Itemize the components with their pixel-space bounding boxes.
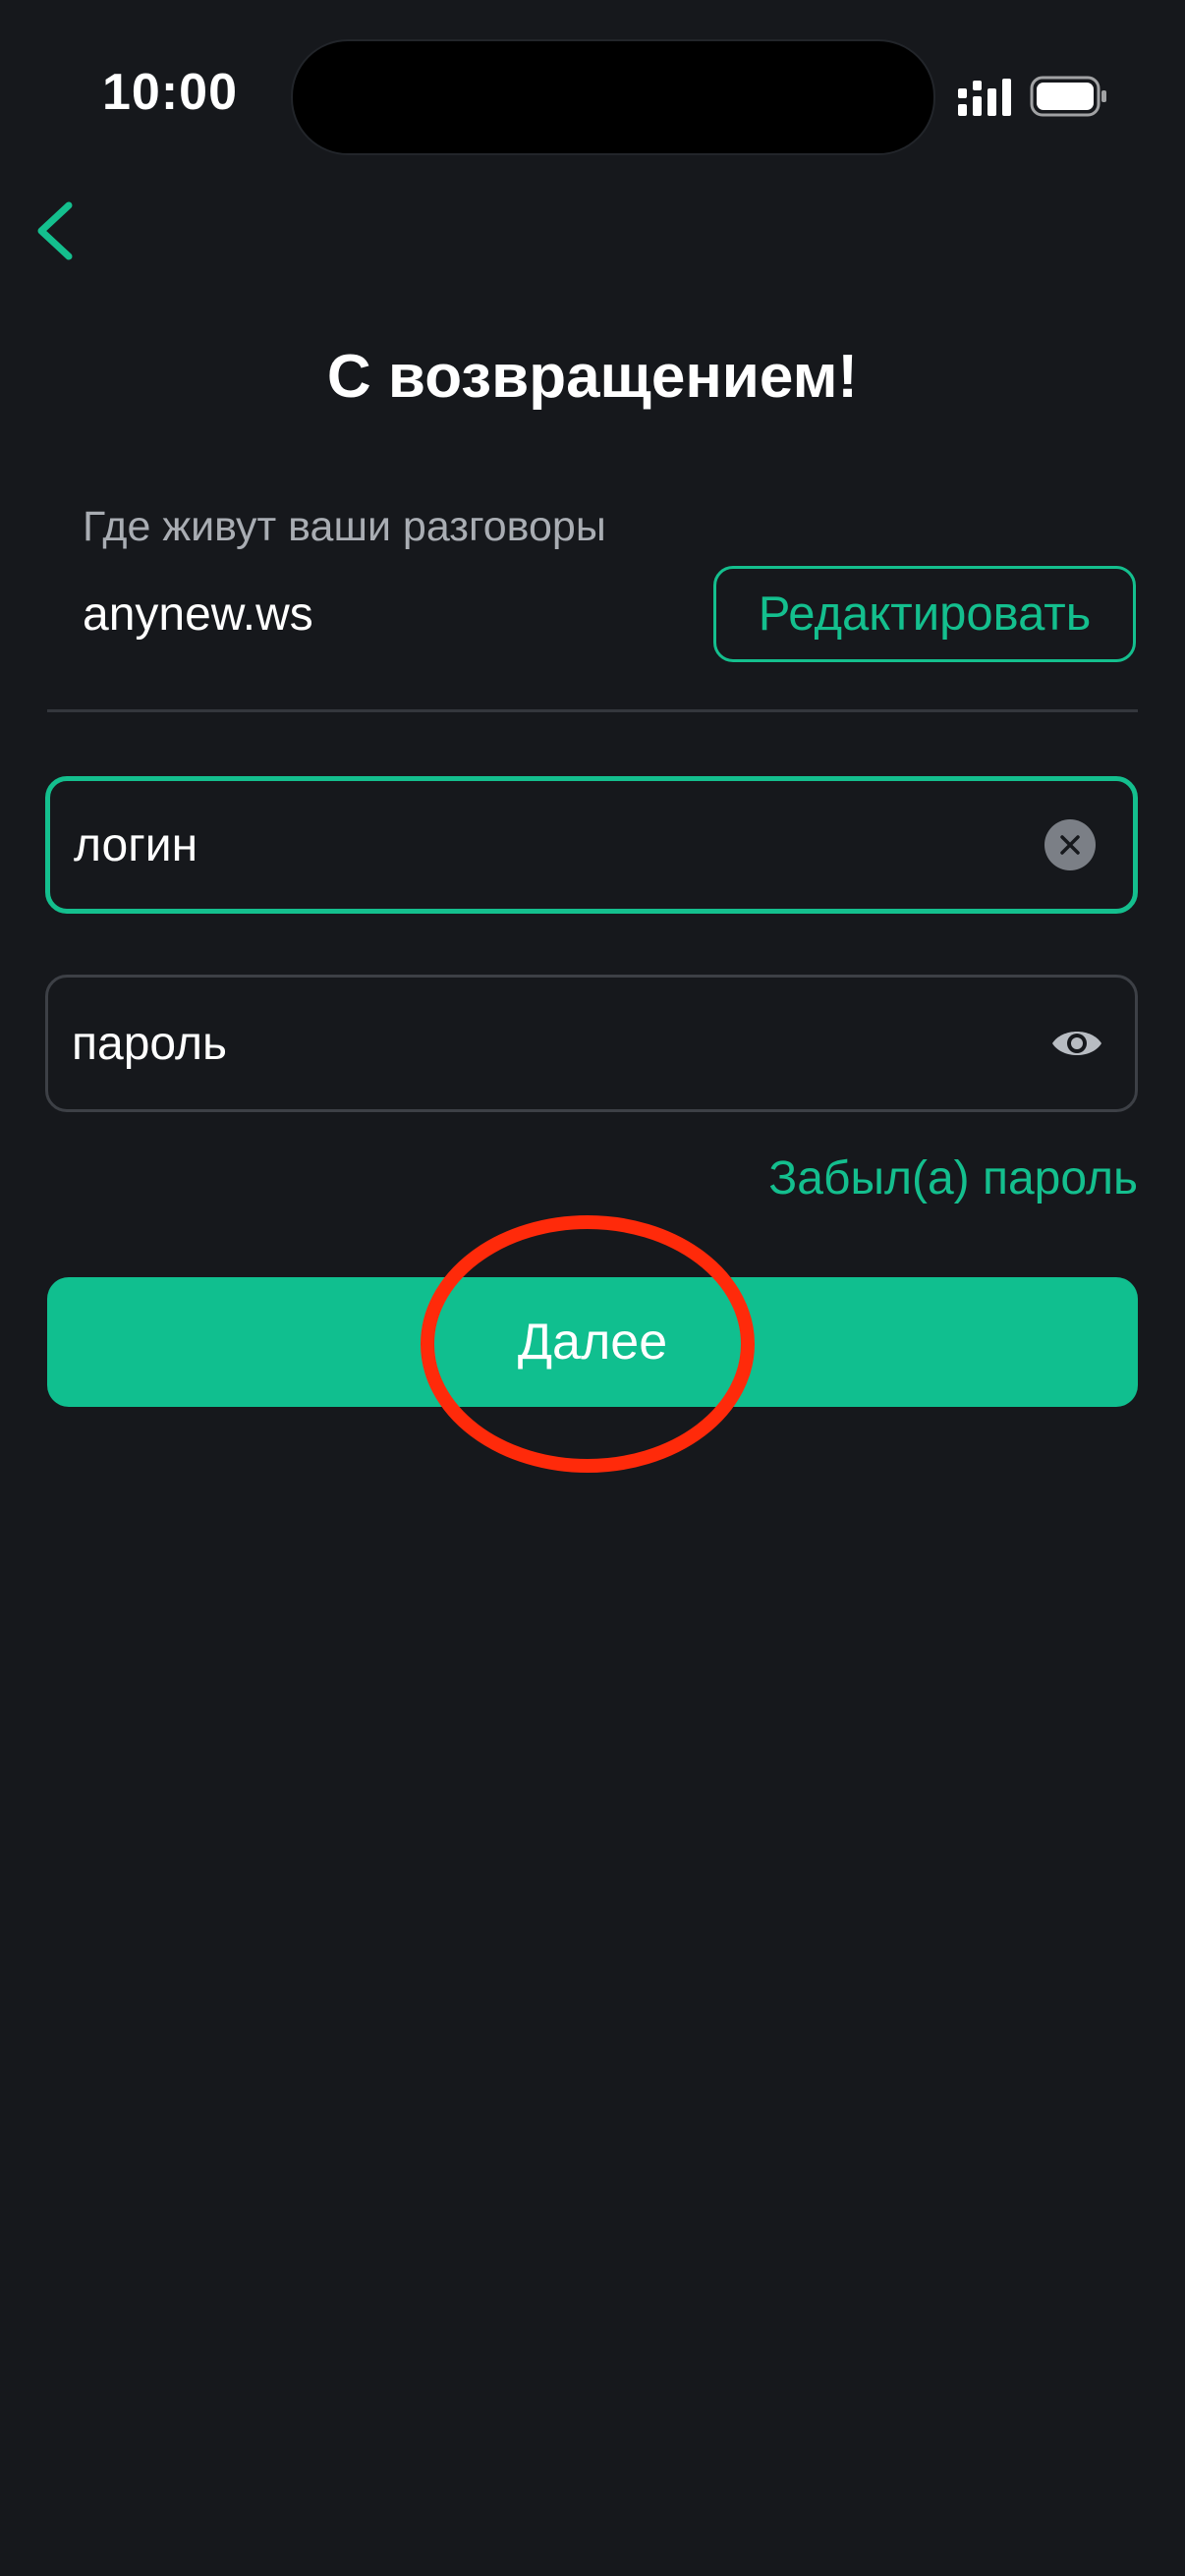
login-input[interactable]: логин — [45, 776, 1138, 914]
password-input[interactable]: пароль — [45, 975, 1138, 1112]
password-input-value: пароль — [72, 1017, 228, 1070]
page-title: С возвращением! — [326, 343, 859, 411]
eye-icon[interactable] — [1050, 1024, 1103, 1063]
signal-icon — [958, 79, 1011, 116]
next-button[interactable]: Далее — [47, 1277, 1138, 1407]
chevron-left-icon — [37, 201, 73, 260]
back-button[interactable] — [20, 196, 88, 265]
clear-icon[interactable] — [1044, 819, 1096, 870]
edit-server-button[interactable]: Редактировать — [713, 566, 1136, 662]
status-time: 10:00 — [102, 64, 238, 121]
server-value: anynew.ws — [83, 588, 313, 641]
divider — [47, 709, 1138, 712]
dynamic-island — [291, 39, 935, 155]
login-input-value: логин — [74, 818, 198, 871]
server-caption: Где живут ваши разговоры — [83, 503, 606, 550]
forgot-password-link[interactable]: Забыл(а) пароль — [768, 1151, 1138, 1205]
battery-icon — [1030, 76, 1106, 117]
